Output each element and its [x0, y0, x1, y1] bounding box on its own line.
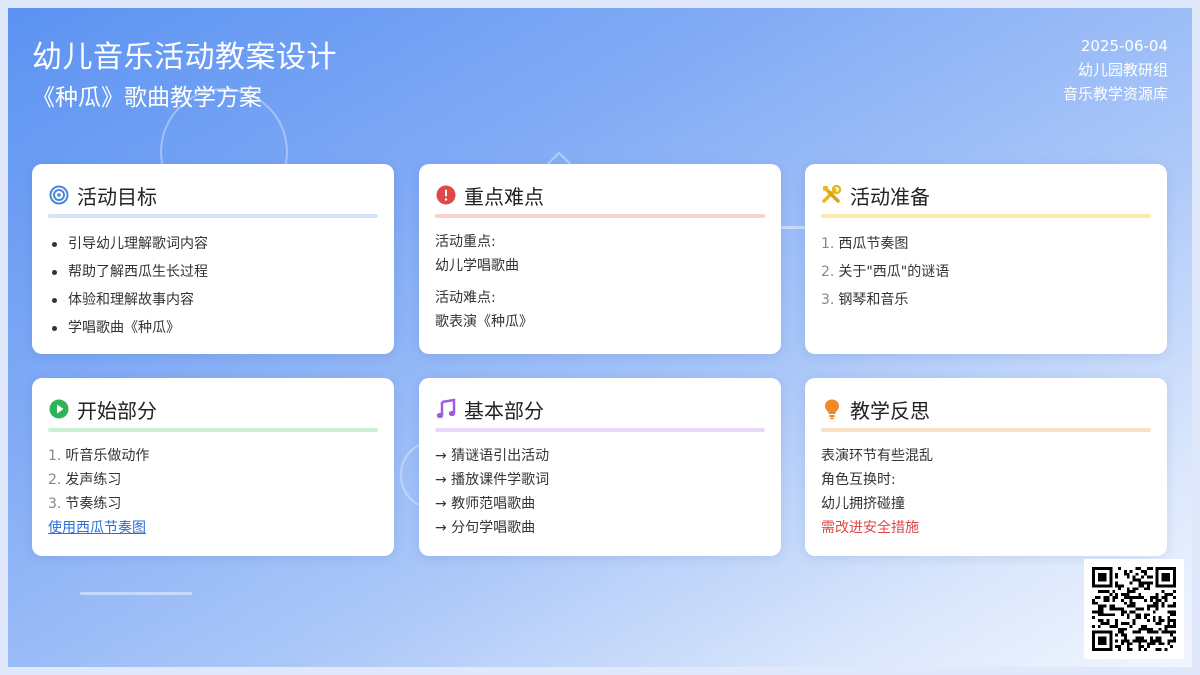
list-item: 学唱歌曲《种瓜》	[48, 314, 378, 342]
card-divider	[48, 214, 378, 218]
card-prep: 活动准备 1. 西瓜节奏图 2. 关于"西瓜"的谜语 3. 钢琴和音乐	[805, 164, 1167, 354]
qr-code	[1084, 559, 1184, 659]
card-goals: 活动目标 引导幼儿理解歌词内容 帮助了解西瓜生长过程 体验和理解故事内容 学唱歌…	[32, 164, 394, 354]
prep-list: 1. 西瓜节奏图 2. 关于"西瓜"的谜语 3. 钢琴和音乐	[821, 230, 1151, 314]
list-item: 帮助了解西瓜生长过程	[48, 258, 378, 286]
decorative-line	[80, 592, 192, 595]
focus-value: 幼儿学唱歌曲	[435, 258, 519, 274]
list-item: 1. 听音乐做动作	[48, 448, 150, 464]
card-title: 教学反思	[850, 398, 930, 423]
list-item: → 教师范唱歌曲	[435, 496, 536, 512]
card-title: 基本部分	[464, 398, 544, 423]
reflection-line: 表演环节有些混乱	[821, 448, 933, 464]
difficulty-value: 歌表演《种瓜》	[435, 314, 533, 330]
play-icon	[48, 398, 70, 420]
card-header: 活动目标	[48, 180, 378, 210]
card-reflect: 教学反思 表演环节有些混乱 角色互换时: 幼儿拥挤碰撞 需改进安全措施	[805, 378, 1167, 556]
card-start: 开始部分 1. 听音乐做动作 2. 发声练习 3. 节奏练习 使用西瓜节奏图	[32, 378, 394, 556]
card-title: 重点难点	[464, 184, 544, 209]
list-item: 体验和理解故事内容	[48, 286, 378, 314]
card-basic: 基本部分 → 猜谜语引出活动 → 播放课件学歌词 → 教师范唱歌曲 → 分句学唱…	[419, 378, 781, 556]
goals-list: 引导幼儿理解歌词内容 帮助了解西瓜生长过程 体验和理解故事内容 学唱歌曲《种瓜》	[48, 230, 378, 342]
card-divider	[435, 428, 765, 432]
card-header: 基本部分	[435, 394, 765, 424]
card-title: 开始部分	[77, 398, 157, 423]
card-divider	[821, 428, 1151, 432]
card-title: 活动目标	[77, 184, 157, 209]
difficulty-label: 活动难点:	[435, 290, 496, 306]
org-label: 幼儿园教研组	[1077, 61, 1168, 79]
library-label: 音乐教学资源库	[1062, 85, 1168, 103]
list-item: 3. 钢琴和音乐	[821, 292, 909, 308]
card-divider	[821, 214, 1151, 218]
header-meta: 2025-06-04 幼儿园教研组 音乐教学资源库	[1063, 34, 1168, 106]
slide: 幼儿音乐活动教案设计 《种瓜》歌曲教学方案 2025-06-04 幼儿园教研组 …	[8, 8, 1192, 667]
music-note-icon	[435, 398, 457, 420]
list-item: 2. 关于"西瓜"的谜语	[821, 264, 950, 280]
tools-icon	[821, 184, 843, 206]
exclamation-icon	[435, 184, 457, 206]
rhythm-chart-link[interactable]: 使用西瓜节奏图	[48, 520, 146, 536]
list-item: → 分句学唱歌曲	[435, 520, 536, 536]
lightbulb-icon	[821, 398, 843, 420]
card-header: 重点难点	[435, 180, 765, 210]
focus-label: 活动重点:	[435, 234, 496, 250]
list-item: 1. 西瓜节奏图	[821, 236, 909, 252]
card-header: 活动准备	[821, 180, 1151, 210]
target-icon	[48, 184, 70, 206]
card-divider	[48, 428, 378, 432]
page-subtitle: 《种瓜》歌曲教学方案	[32, 85, 262, 111]
list-item: 引导幼儿理解歌词内容	[48, 230, 378, 258]
list-item: 2. 发声练习	[48, 472, 122, 488]
card-divider	[435, 214, 765, 218]
page-title: 幼儿音乐活动教案设计	[32, 40, 337, 75]
start-list: 1. 听音乐做动作 2. 发声练习 3. 节奏练习	[48, 444, 378, 516]
list-item: 3. 节奏练习	[48, 496, 122, 512]
card-header: 教学反思	[821, 394, 1151, 424]
card-keypoints: 重点难点 活动重点: 幼儿学唱歌曲 活动难点: 歌表演《种瓜》	[419, 164, 781, 354]
list-item: → 猜谜语引出活动	[435, 448, 550, 464]
reflection-line: 幼儿拥挤碰撞	[821, 496, 905, 512]
warning-text: 需改进安全措施	[821, 520, 919, 536]
list-item: → 播放课件学歌词	[435, 472, 550, 488]
card-header: 开始部分	[48, 394, 378, 424]
reflection-line: 角色互换时:	[821, 472, 896, 488]
card-title: 活动准备	[850, 184, 930, 209]
date-label: 2025-06-04	[1080, 37, 1168, 55]
